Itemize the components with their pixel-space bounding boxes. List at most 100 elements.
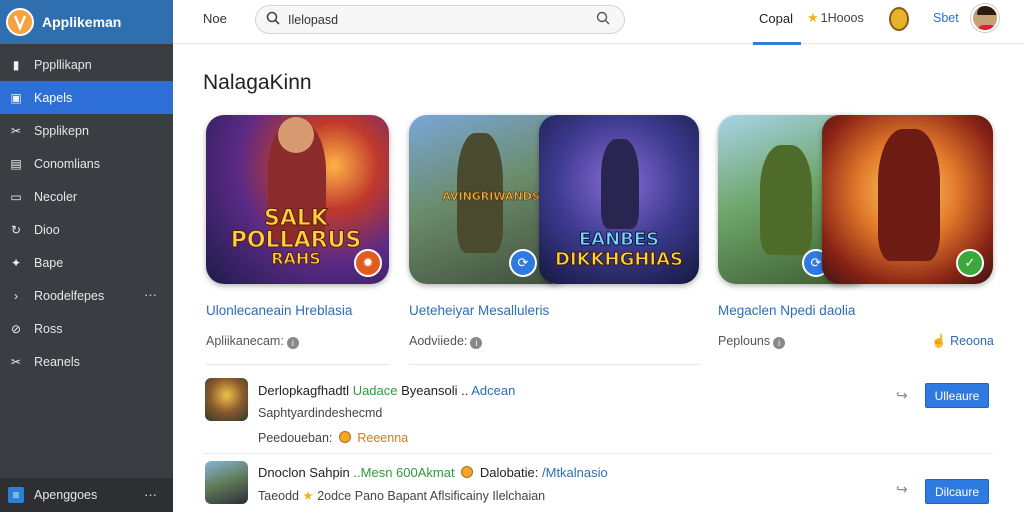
game-thumbnail[interactable]: [205, 461, 248, 504]
sidebar-item-0[interactable]: ▮ Pppllikapn: [0, 48, 173, 81]
grid-icon: ▣: [10, 90, 22, 105]
game-meta-label: Peplouns: [718, 334, 771, 348]
list-icon: ≡: [8, 487, 24, 503]
game-meta: Aodviiede: i: [409, 334, 483, 349]
game-meta-label: Aodviiede:: [409, 334, 468, 348]
more-icon[interactable]: ···: [144, 287, 157, 302]
inbox-icon: ▭: [10, 189, 22, 204]
top-link[interactable]: Sbet: [933, 11, 959, 25]
star-icon: ★: [807, 10, 819, 25]
more-icon[interactable]: ···: [144, 487, 157, 502]
game-thumbnail[interactable]: [205, 378, 248, 421]
sidebar-item-label: Dioo: [34, 222, 60, 237]
sidebar-item-5[interactable]: ↻ Dioo: [0, 213, 173, 246]
wrench-icon: ✦: [10, 255, 22, 270]
game-title[interactable]: Ulonlecaneain Hreblasia: [206, 303, 352, 318]
star-icon: ★: [302, 489, 314, 503]
list-item-meta-value: Reeenna: [357, 431, 409, 445]
sidebar-item-label: Spplikepn: [34, 123, 89, 138]
game-art-right[interactable]: ✓: [822, 115, 993, 284]
smiley-icon: [338, 431, 351, 443]
game-title[interactable]: Ueteheiyar Mesalluleris: [409, 303, 549, 318]
game-art-right[interactable]: EANBES DIKKHGHIAS: [539, 115, 699, 284]
share-icon[interactable]: ↪: [896, 481, 908, 498]
card-divider: [409, 364, 699, 365]
tab-label: Copal: [759, 11, 793, 26]
sidebar-item-label: Necoler: [34, 189, 78, 204]
sidebar-item-3[interactable]: ▤ Conomlians: [0, 147, 173, 180]
info-icon[interactable]: i: [470, 337, 483, 349]
list-item-description: Taeodd ★ 2odce Pano Bapant Aflsificainy …: [258, 488, 545, 503]
folder-icon: ▮: [12, 57, 20, 72]
share-icon: ⟳: [509, 249, 537, 277]
sidebar-nav: ▮ Pppllikapn ▣ Kapels ✂ Spplikepn ▤ Cono…: [0, 44, 173, 378]
game-meta: Apliikanecam: i: [206, 334, 299, 349]
list-item-name[interactable]: Dnoclon Sahpin: [258, 465, 350, 480]
list-item-meta-label: Peedoueban:: [258, 431, 333, 445]
list-item-subtag: Dalobatie:: [479, 465, 539, 480]
rating-link[interactable]: ★ 1Hooos: [807, 10, 864, 26]
chevron-icon: ›: [14, 288, 18, 303]
share-icon[interactable]: ↪: [896, 387, 908, 404]
list-item-button[interactable]: Dilcaure: [925, 479, 989, 504]
check-icon: ✓: [956, 249, 984, 277]
sidebar: Applikeman ▮ Pppllikapn ▣ Kapels ✂ Sppli…: [0, 0, 173, 512]
list-item-link[interactable]: /Mtkalnasio: [542, 465, 608, 480]
tools-icon: ✂: [10, 354, 22, 369]
sidebar-footer-label: Apenggoes: [34, 488, 98, 502]
game-art[interactable]: SALK POLLARUS RAHS ✹: [206, 115, 389, 284]
smiley-icon: [461, 466, 474, 478]
search-box[interactable]: [255, 5, 625, 34]
top-nav-link[interactable]: Noe: [203, 11, 227, 26]
sidebar-item-2[interactable]: ✂ Spplikepn: [0, 114, 173, 147]
section-title: NalagaKinn: [203, 71, 312, 94]
character-figure: [878, 129, 940, 261]
sidebar-footer[interactable]: ≡ Apenggoes ···: [0, 478, 173, 512]
character-figure: [601, 139, 639, 229]
list-item-name[interactable]: Derlopkagfhadtl: [258, 383, 349, 398]
thumbs-up-icon: ☝: [931, 334, 947, 348]
app-logo-bar[interactable]: Applikeman: [0, 0, 173, 44]
game-title[interactable]: Megaclen Npedi daolia: [718, 303, 855, 318]
top-bar: Noe Copal ★1Hooos Sbet: [173, 0, 1024, 45]
card-action-label: Reoona: [950, 334, 994, 348]
sidebar-item-8[interactable]: ⊘ Ross: [0, 312, 173, 345]
medal-icon[interactable]: [889, 7, 909, 31]
list-item-desc-label: Taeodd: [258, 489, 300, 503]
info-icon[interactable]: i: [286, 337, 299, 349]
list-divider: [203, 453, 993, 454]
fire-icon: ✹: [354, 249, 382, 277]
search-submit-icon[interactable]: [596, 11, 610, 28]
search-icon: [266, 11, 280, 28]
sidebar-item-label: Bape: [34, 255, 64, 270]
link-icon: ↻: [10, 222, 22, 237]
list-item-title: Derlopkagfhadtl Uadace Byeansoli .. Adce…: [258, 383, 515, 398]
card-divider: [206, 364, 389, 365]
list-item-meta: Peedoueban: Reeenna: [258, 431, 408, 445]
info-icon[interactable]: i: [773, 337, 786, 349]
sidebar-item-6[interactable]: ✦ Bape: [0, 246, 173, 279]
card-action-link[interactable]: ☝ Reoona: [931, 334, 994, 349]
sidebar-item-9[interactable]: ✂ Reanels: [0, 345, 173, 378]
list-item[interactable]: Derlopkagfhadtl Uadace Byeansoli .. Adce…: [203, 375, 993, 450]
list-item-tag: ..Mesn 600Akmat: [353, 465, 455, 480]
tag-icon: ⊘: [10, 321, 22, 336]
list-item-title: Dnoclon Sahpin ..Mesn 600Akmat Dalobatie…: [258, 465, 608, 480]
tab-active[interactable]: Copal: [753, 0, 801, 45]
list-item-link[interactable]: Adcean: [471, 383, 515, 398]
avatar[interactable]: [971, 4, 999, 32]
game-meta-label: Apliikanecam:: [206, 334, 284, 348]
sidebar-item-7[interactable]: › Roodelfepes ···: [0, 279, 173, 312]
list-item-button[interactable]: Ulleaure: [925, 383, 989, 408]
sidebar-item-1[interactable]: ▣ Kapels: [0, 81, 173, 114]
search-input[interactable]: [288, 11, 578, 29]
list-item-subtag: Byeansoli ..: [401, 383, 469, 398]
main-content: NalagaKinn SALK POLLARUS RAHS ✹ Ulonleca…: [173, 45, 1024, 512]
app-name: Applikeman: [42, 14, 122, 30]
rating-label: 1Hooos: [820, 11, 864, 25]
sidebar-item-label: Ross: [34, 321, 63, 336]
sidebar-item-4[interactable]: ▭ Necoler: [0, 180, 173, 213]
sidebar-item-label: Roodelfepes: [34, 288, 105, 303]
chat-icon: ▤: [10, 156, 22, 171]
list-item[interactable]: Dnoclon Sahpin ..Mesn 600Akmat Dalobatie…: [203, 457, 993, 512]
